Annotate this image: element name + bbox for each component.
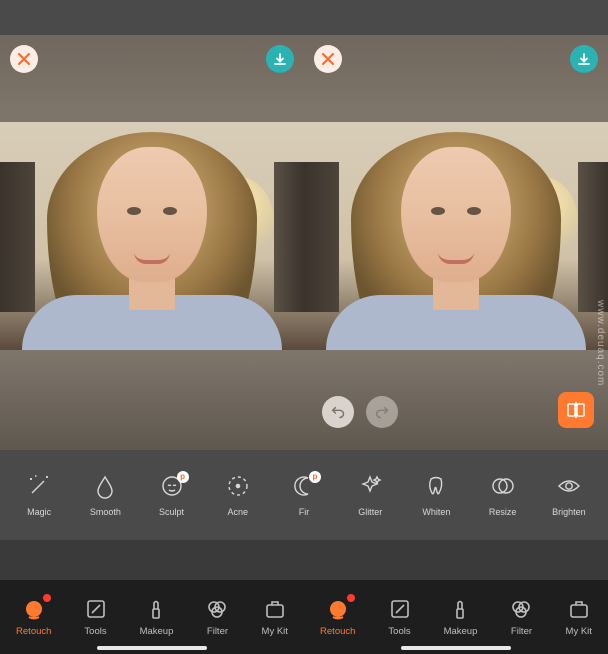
- tab-label: Tools: [388, 626, 410, 637]
- tab-label: Filter: [207, 626, 228, 637]
- compare-button[interactable]: [558, 392, 594, 428]
- tab-label: My Kit: [262, 626, 288, 637]
- save-button[interactable]: [266, 45, 294, 73]
- eye-icon: [556, 473, 582, 499]
- retouch-icon: [22, 597, 46, 621]
- redo-button[interactable]: [366, 396, 398, 428]
- filter-rings-icon: [509, 597, 533, 621]
- history-controls: [322, 396, 398, 428]
- tool-acne[interactable]: Acne: [205, 473, 271, 517]
- edit-icon: [84, 597, 108, 621]
- filter-rings-icon: [205, 597, 229, 621]
- target-icon: [225, 473, 251, 499]
- tab-label: Tools: [84, 626, 106, 637]
- droplet-icon: [92, 473, 118, 499]
- tab-retouch[interactable]: Retouch: [16, 597, 51, 637]
- tool-glitter[interactable]: Glitter: [337, 473, 403, 517]
- undo-button[interactable]: [322, 396, 354, 428]
- close-button[interactable]: [314, 45, 342, 73]
- tab-label: Retouch: [16, 626, 51, 637]
- tab-label: Makeup: [444, 626, 478, 637]
- undo-icon: [330, 404, 346, 420]
- watermark: www.deuaq.com: [595, 300, 606, 386]
- tool-label: Glitter: [358, 507, 382, 517]
- tab-makeup[interactable]: Makeup: [444, 597, 478, 637]
- editor-panes: [0, 0, 608, 450]
- notification-dot: [43, 594, 51, 602]
- tab-group-left: Retouch Tools Makeup Filter My Kit: [0, 580, 304, 654]
- close-icon: [17, 52, 31, 66]
- download-icon: [273, 52, 287, 66]
- premium-badge: p: [177, 471, 189, 483]
- editor-pane-left: [0, 0, 304, 450]
- retouch-tool-strip: Magic Smooth p Sculpt Acne p Fir Glitter: [0, 450, 608, 540]
- tool-sculpt[interactable]: p Sculpt: [138, 473, 204, 517]
- tool-magic[interactable]: Magic: [6, 473, 72, 517]
- tab-mykit[interactable]: My Kit: [566, 597, 592, 637]
- tool-label: Acne: [228, 507, 249, 517]
- home-indicator[interactable]: [401, 646, 511, 650]
- save-button[interactable]: [570, 45, 598, 73]
- tab-retouch[interactable]: Retouch: [320, 597, 355, 637]
- tool-label: Fir: [299, 507, 310, 517]
- tab-tools[interactable]: Tools: [84, 597, 108, 637]
- tab-label: Retouch: [320, 626, 355, 637]
- magic-wand-icon: [26, 473, 52, 499]
- tool-label: Smooth: [90, 507, 121, 517]
- photo-canvas[interactable]: [304, 122, 608, 350]
- tool-label: Whiten: [422, 507, 450, 517]
- tab-group-right: Retouch Tools Makeup Filter My Kit: [304, 580, 608, 654]
- status-bar: [304, 0, 608, 35]
- tab-makeup[interactable]: Makeup: [140, 597, 174, 637]
- edit-icon: [388, 597, 412, 621]
- tab-label: Filter: [511, 626, 532, 637]
- redo-icon: [374, 404, 390, 420]
- close-button[interactable]: [10, 45, 38, 73]
- tab-mykit[interactable]: My Kit: [262, 597, 288, 637]
- kit-icon: [567, 597, 591, 621]
- face-sculpt-icon: p: [159, 473, 185, 499]
- resize-icon: [490, 473, 516, 499]
- tab-filter[interactable]: Filter: [205, 597, 229, 637]
- tab-tools[interactable]: Tools: [388, 597, 412, 637]
- crescent-icon: p: [291, 473, 317, 499]
- tool-label: Resize: [489, 507, 517, 517]
- tab-label: My Kit: [566, 626, 592, 637]
- photo-canvas[interactable]: [0, 122, 304, 350]
- download-icon: [577, 52, 591, 66]
- notification-dot: [347, 594, 355, 602]
- tool-resize[interactable]: Resize: [470, 473, 536, 517]
- tool-label: Magic: [27, 507, 51, 517]
- home-indicator[interactable]: [97, 646, 207, 650]
- tool-whiten[interactable]: Whiten: [403, 473, 469, 517]
- kit-icon: [263, 597, 287, 621]
- tooth-icon: [423, 473, 449, 499]
- lipstick-icon: [144, 597, 168, 621]
- premium-badge: p: [309, 471, 321, 483]
- tool-firm[interactable]: p Fir: [271, 473, 337, 517]
- tool-label: Brighten: [552, 507, 586, 517]
- tab-label: Makeup: [140, 626, 174, 637]
- tool-brighten[interactable]: Brighten: [536, 473, 602, 517]
- editor-pane-right: [304, 0, 608, 450]
- status-bar: [0, 0, 304, 35]
- retouch-icon: [326, 597, 350, 621]
- tool-smooth[interactable]: Smooth: [72, 473, 138, 517]
- sparkle-icon: [357, 473, 383, 499]
- close-icon: [321, 52, 335, 66]
- lipstick-icon: [448, 597, 472, 621]
- bottom-tab-bar: Retouch Tools Makeup Filter My Kit: [0, 580, 608, 654]
- compare-icon: [566, 400, 586, 420]
- tool-label: Sculpt: [159, 507, 184, 517]
- tab-filter[interactable]: Filter: [509, 597, 533, 637]
